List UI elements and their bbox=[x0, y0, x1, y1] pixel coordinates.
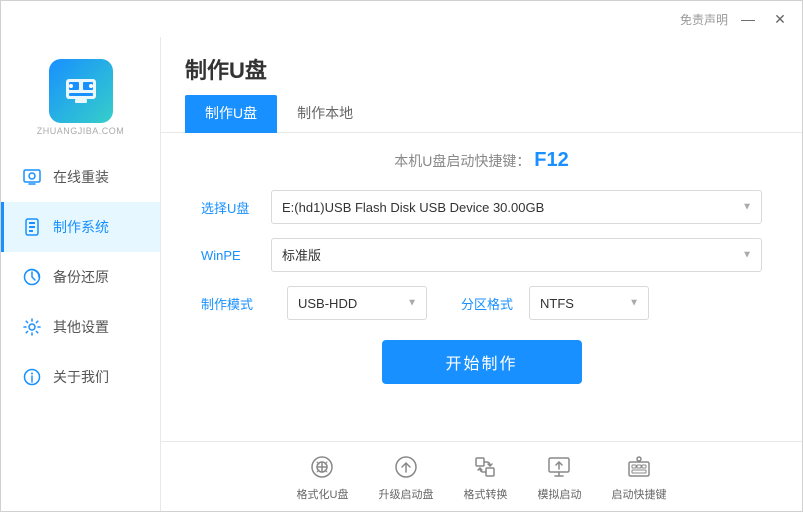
format-convert-label: 格式转换 bbox=[463, 486, 507, 502]
winpe-select[interactable]: 标准版 高级版 bbox=[271, 238, 762, 272]
about-us-icon bbox=[21, 366, 43, 388]
disclaimer-link[interactable]: 免责声明 bbox=[680, 11, 728, 28]
logo-sub: ZHUANGJIBA.COM bbox=[37, 126, 125, 136]
usb-select-wrapper: E:(hd1)USB Flash Disk USB Device 30.00GB bbox=[271, 190, 762, 224]
mode-select-wrapper: USB-HDD USB-ZIP USB-FDD bbox=[287, 286, 427, 320]
winpe-row: WinPE 标准版 高级版 bbox=[201, 238, 762, 272]
logo-icon bbox=[49, 59, 113, 123]
sidebar-label-backup-restore: 备份还原 bbox=[53, 267, 109, 287]
sidebar-item-about-us[interactable]: 关于我们 bbox=[1, 352, 160, 402]
sidebar-item-backup-restore[interactable]: 备份还原 bbox=[1, 252, 160, 302]
upgrade-boot-icon bbox=[391, 452, 421, 482]
main-layout: ZHUANGJIBA.COM 在线重装 bbox=[1, 37, 802, 511]
backup-restore-icon bbox=[21, 266, 43, 288]
boot-shortcut-icon bbox=[624, 452, 654, 482]
content-header: 制作U盘 bbox=[161, 37, 802, 85]
mode-label: 制作模式 bbox=[201, 294, 271, 313]
tabs: 制作U盘 制作本地 bbox=[161, 95, 802, 133]
format-usb-label: 格式化U盘 bbox=[297, 486, 349, 502]
mode-partition-row: 制作模式 USB-HDD USB-ZIP USB-FDD 分区格式 NTFS F… bbox=[201, 286, 762, 320]
page-title: 制作U盘 bbox=[185, 53, 267, 85]
form-content: 本机U盘启动快捷键： F12 选择U盘 E:(hd1)USB Flash Dis… bbox=[161, 133, 802, 441]
sidebar-label-about-us: 关于我们 bbox=[53, 367, 109, 387]
logo-area: ZHUANGJIBA.COM bbox=[1, 47, 160, 152]
partition-select-wrapper: NTFS FAT32 exFAT bbox=[529, 286, 649, 320]
other-settings-icon bbox=[21, 316, 43, 338]
partition-select[interactable]: NTFS FAT32 exFAT bbox=[529, 286, 649, 320]
bottom-toolbar: 格式化U盘 升级启动盘 bbox=[161, 441, 802, 511]
partition-label: 分区格式 bbox=[443, 294, 513, 313]
tool-boot-shortcut[interactable]: 启动快捷键 bbox=[611, 452, 666, 502]
shortcut-prefix: 本机U盘启动快捷键： bbox=[394, 153, 530, 169]
titlebar-actions: 免责声明 — ✕ bbox=[680, 7, 792, 31]
minimize-button[interactable]: — bbox=[736, 7, 760, 31]
tab-make-usb[interactable]: 制作U盘 bbox=[185, 95, 277, 133]
make-system-icon bbox=[21, 216, 43, 238]
format-convert-icon bbox=[470, 452, 500, 482]
boot-shortcut-label: 启动快捷键 bbox=[611, 486, 666, 502]
winpe-label: WinPE bbox=[201, 248, 271, 263]
simulate-boot-label: 模拟启动 bbox=[537, 486, 581, 502]
content-area: 制作U盘 制作U盘 制作本地 本机U盘启动快捷键： F12 选择U bbox=[161, 37, 802, 511]
tab-make-local[interactable]: 制作本地 bbox=[277, 95, 373, 133]
mode-select[interactable]: USB-HDD USB-ZIP USB-FDD bbox=[287, 286, 427, 320]
main-window: 免责声明 — ✕ bbox=[0, 0, 803, 512]
shortcut-hint: 本机U盘启动快捷键： F12 bbox=[201, 149, 762, 172]
upgrade-boot-label: 升级启动盘 bbox=[378, 486, 433, 502]
usb-select[interactable]: E:(hd1)USB Flash Disk USB Device 30.00GB bbox=[271, 190, 762, 224]
sidebar-label-online-reinstall: 在线重装 bbox=[53, 167, 109, 187]
simulate-boot-icon bbox=[544, 452, 574, 482]
tool-format-usb[interactable]: 格式化U盘 bbox=[297, 452, 349, 502]
online-reinstall-icon bbox=[21, 166, 43, 188]
close-button[interactable]: ✕ bbox=[768, 7, 792, 31]
tool-format-convert[interactable]: 格式转换 bbox=[463, 452, 507, 502]
active-indicator bbox=[1, 202, 4, 252]
sidebar-menu: 在线重装 制作系统 bbox=[1, 152, 160, 511]
tool-upgrade-boot[interactable]: 升级启动盘 bbox=[378, 452, 433, 502]
start-button[interactable]: 开始制作 bbox=[382, 340, 582, 384]
titlebar: 免责声明 — ✕ bbox=[1, 1, 802, 37]
tool-simulate-boot[interactable]: 模拟启动 bbox=[537, 452, 581, 502]
sidebar: ZHUANGJIBA.COM 在线重装 bbox=[1, 37, 161, 511]
sidebar-label-other-settings: 其他设置 bbox=[53, 317, 109, 337]
sidebar-item-other-settings[interactable]: 其他设置 bbox=[1, 302, 160, 352]
sidebar-label-make-system: 制作系统 bbox=[53, 217, 109, 237]
usb-select-row: 选择U盘 E:(hd1)USB Flash Disk USB Device 30… bbox=[201, 190, 762, 224]
sidebar-item-online-reinstall[interactable]: 在线重装 bbox=[1, 152, 160, 202]
winpe-select-wrapper: 标准版 高级版 bbox=[271, 238, 762, 272]
shortcut-key: F12 bbox=[534, 149, 568, 171]
usb-label: 选择U盘 bbox=[201, 198, 271, 217]
sidebar-item-make-system[interactable]: 制作系统 bbox=[1, 202, 160, 252]
format-usb-icon bbox=[307, 452, 337, 482]
